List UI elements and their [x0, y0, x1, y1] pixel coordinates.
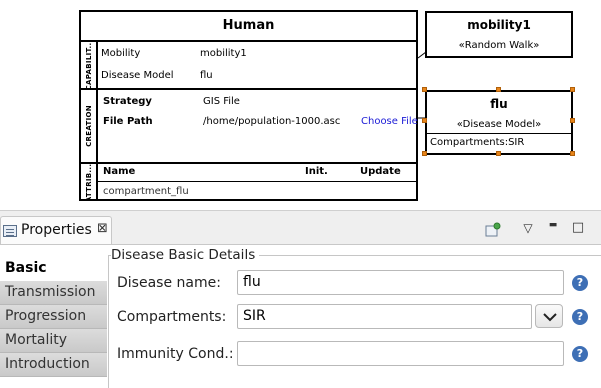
maximize-icon[interactable]: □: [569, 220, 587, 235]
properties-icon: [3, 225, 17, 237]
creation-strategy-label: Strategy: [103, 96, 152, 107]
capabilities-tab: CAPABILIT...: [81, 42, 98, 88]
disease-name-input[interactable]: flu: [237, 270, 564, 295]
sidebar-item-introduction[interactable]: Introduction: [0, 353, 107, 377]
attributes-header-row: Name Init. Update: [98, 164, 416, 182]
immunity-cond-label: Immunity Cond.:: [117, 346, 234, 362]
capability-name: Mobility: [101, 48, 141, 59]
compartments-select[interactable]: SIR: [237, 304, 532, 329]
property-sections-sidebar: Basic Transmission Progression Mortality…: [0, 245, 107, 388]
disease-model-node[interactable]: flu «Disease Model» Compartments:SIR: [425, 90, 573, 155]
creation-filepath-value[interactable]: /home/population-1000.asc: [203, 116, 340, 127]
resize-handle[interactable]: [422, 87, 427, 92]
mobility-node-stereotype: «Random Walk»: [458, 40, 540, 51]
resize-handle[interactable]: [570, 87, 575, 92]
resize-handle[interactable]: [422, 118, 427, 123]
sidebar-item-transmission[interactable]: Transmission: [0, 281, 107, 305]
human-entity-title: Human: [81, 12, 416, 42]
diagram-canvas[interactable]: Human CAPABILIT... Mobility mobility1 Di…: [0, 0, 601, 210]
choose-file-link[interactable]: Choose File: [361, 116, 418, 127]
capability-value[interactable]: mobility1: [200, 48, 247, 59]
resize-handle[interactable]: [496, 151, 501, 156]
properties-view: Properties ⊠ ▽ ▬ □ Basic Transmission Pr…: [0, 210, 601, 388]
human-entity-node[interactable]: Human CAPABILIT... Mobility mobility1 Di…: [79, 10, 418, 201]
creation-filepath-label: File Path: [103, 116, 153, 127]
view-menu-icon[interactable]: ▽: [519, 221, 537, 235]
capability-value[interactable]: flu: [200, 70, 213, 81]
sidebar-item-basic[interactable]: Basic: [0, 257, 107, 281]
disease-name-label: Disease name:: [117, 275, 221, 291]
chevron-down-icon: [543, 313, 557, 322]
attributes-header-update: Update: [360, 166, 401, 177]
attributes-tab: ATTRIB...: [81, 164, 98, 201]
creation-tab: CREATION: [81, 90, 98, 162]
resize-handle[interactable]: [570, 151, 575, 156]
properties-tab-label: Properties: [21, 222, 92, 238]
attributes-section: ATTRIB... Name Init. Update compartment_…: [81, 164, 416, 201]
minimize-icon[interactable]: ▬: [544, 220, 562, 230]
mobility-node[interactable]: mobility1 «Random Walk»: [425, 11, 573, 58]
immunity-cond-input[interactable]: [237, 341, 564, 366]
resize-handle[interactable]: [570, 118, 575, 123]
help-icon[interactable]: ?: [572, 346, 588, 362]
disease-node-stereotype: «Disease Model»: [456, 119, 542, 130]
capabilities-tab-label: CAPABILIT...: [84, 42, 93, 88]
resize-handle[interactable]: [496, 87, 501, 92]
group-title: Disease Basic Details: [111, 247, 260, 263]
attributes-header-name: Name: [103, 166, 136, 177]
resize-handle[interactable]: [422, 151, 427, 156]
disease-node-compartments: Compartments:SIR: [427, 133, 571, 153]
attributes-header-init: Init.: [305, 166, 328, 177]
capabilities-section: CAPABILIT... Mobility mobility1 Disease …: [81, 42, 416, 90]
creation-strategy-value[interactable]: GIS File: [203, 96, 240, 107]
help-icon[interactable]: ?: [572, 309, 588, 325]
compartments-label: Compartments:: [117, 309, 227, 325]
attribute-row[interactable]: compartment_flu: [103, 186, 189, 197]
creation-section: CREATION Strategy GIS File File Path /ho…: [81, 90, 418, 164]
help-icon[interactable]: ?: [572, 275, 588, 291]
properties-tabbar: Properties ⊠ ▽ ▬ □: [0, 216, 601, 244]
sidebar-item-mortality[interactable]: Mortality: [0, 329, 107, 353]
close-icon[interactable]: ⊠: [97, 221, 108, 236]
attributes-tab-label: ATTRIB...: [84, 164, 93, 201]
creation-tab-label: CREATION: [84, 105, 93, 147]
disease-node-title: flu: [490, 97, 508, 111]
mobility-node-title: mobility1: [467, 18, 531, 32]
capability-name: Disease Model: [101, 70, 174, 81]
properties-body: Basic Transmission Progression Mortality…: [0, 244, 601, 388]
tab-properties[interactable]: Properties ⊠: [0, 216, 112, 244]
pin-icon[interactable]: [484, 222, 502, 241]
sidebar-item-progression[interactable]: Progression: [0, 305, 107, 329]
compartments-dropdown-button[interactable]: [535, 304, 563, 328]
